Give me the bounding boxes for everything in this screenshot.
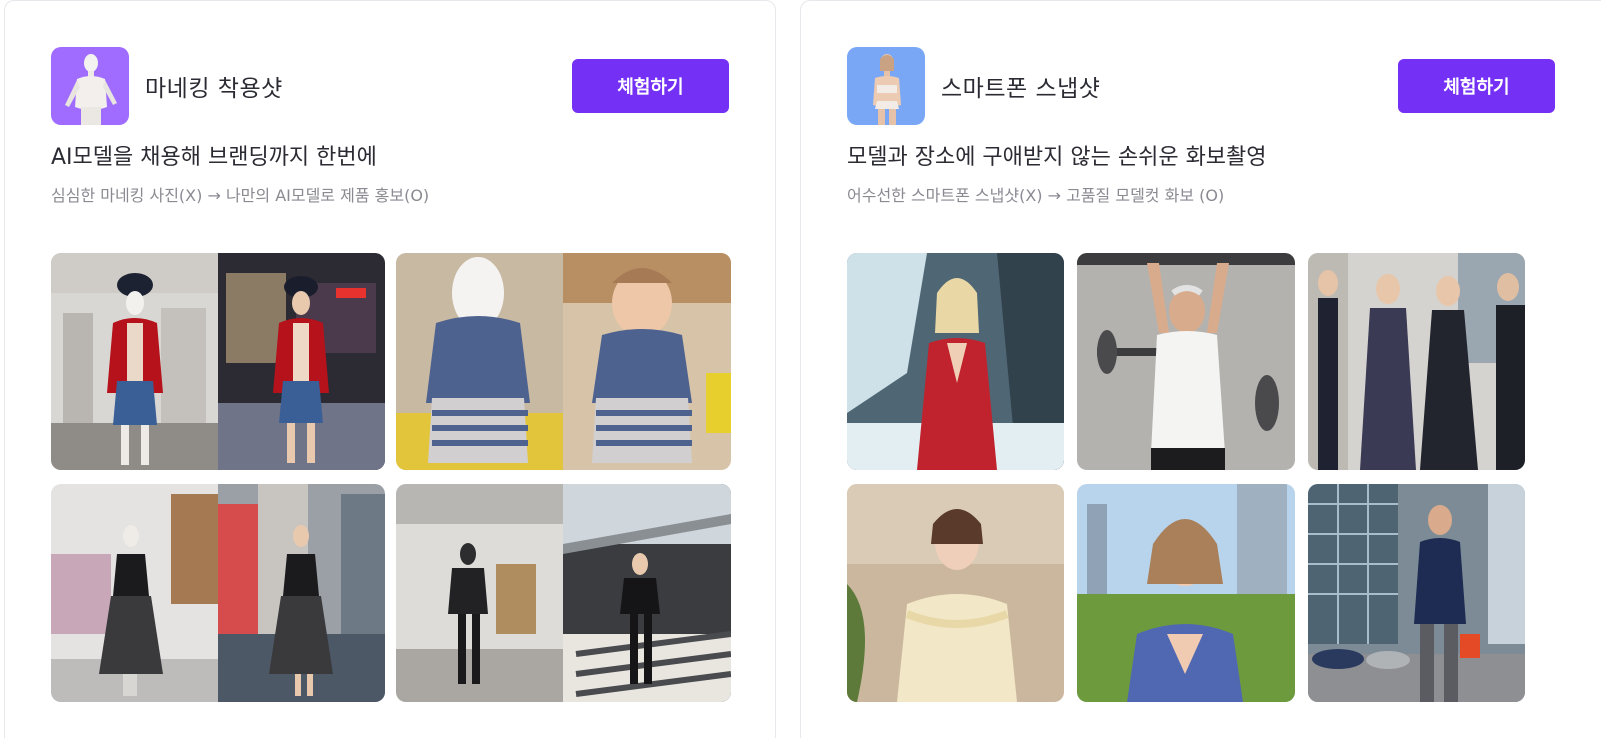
baby-knit-cardigan-photo (396, 253, 731, 470)
woman-ruffle-top-photo (847, 484, 1064, 702)
card-title: 마네킹 착용샷 (145, 76, 283, 102)
smartphone-feature-card: 스마트폰 스냅샷 체험하기 모델과 장소에 구애받지 않는 손쉬운 화보촬영 어… (800, 0, 1601, 738)
model-thumbnail (847, 47, 925, 125)
card-subline: 어수선한 스마트폰 스냅샷(X) → 고품질 모델컷 화보 (O) (847, 186, 1225, 205)
card-title: 스마트폰 스냅샷 (941, 76, 1101, 102)
mannequin-feature-card: 마네킹 착용샷 체험하기 AI모델을 채용해 브랜딩까지 한번에 심심한 마네킹… (4, 0, 776, 738)
mannequin-black-hoodie-gym-photo (396, 484, 731, 702)
mannequin-red-cardigan-office-photo (51, 253, 385, 470)
mannequin-black-dress-street-photo (51, 484, 385, 702)
man-navy-blazer-street-photo (1308, 484, 1525, 702)
woman-blue-dress-city-photo (1077, 484, 1295, 702)
card-header: 스마트폰 스냅샷 체험하기 (847, 47, 1555, 125)
try-button[interactable]: 체험하기 (572, 59, 729, 113)
mannequin-thumbnail (51, 47, 129, 125)
try-button[interactable]: 체험하기 (1398, 59, 1555, 113)
women-group-palace-photo (1308, 253, 1525, 470)
woman-red-dress-ice-photo (847, 253, 1064, 470)
card-subline: 심심한 마네킹 사진(X) → 나만의 AI모델로 제품 홍보(O) (51, 186, 430, 205)
senior-man-gym-photo (1077, 253, 1295, 470)
card-headline: AI모델을 채용해 브랜딩까지 한번에 (51, 145, 377, 170)
card-header: 마네킹 착용샷 체험하기 (51, 47, 729, 125)
card-headline: 모델과 장소에 구애받지 않는 손쉬운 화보촬영 (847, 145, 1267, 170)
